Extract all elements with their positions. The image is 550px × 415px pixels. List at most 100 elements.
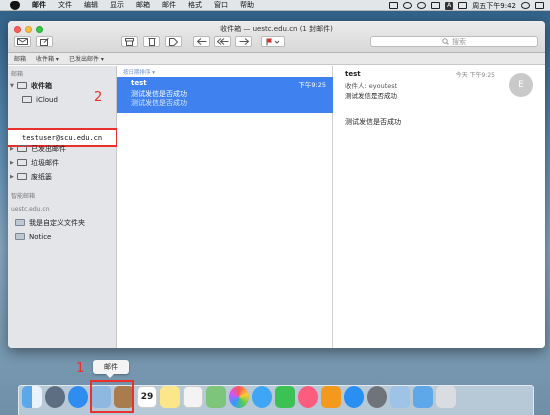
menu-help[interactable]: 帮助 <box>234 0 260 10</box>
disclosure-triangle-icon[interactable]: ▶ <box>10 174 15 180</box>
favbar-sent[interactable]: 已发出邮件 ▾ <box>69 54 104 63</box>
viewer-sender: test <box>345 70 361 78</box>
sidebar-item-label: 我是自定义文件夹 <box>29 218 85 227</box>
reminders-icon[interactable] <box>183 386 203 408</box>
favbar-mailboxes[interactable]: 邮箱 <box>14 54 26 63</box>
menu-app-mail[interactable]: 邮件 <box>26 0 52 10</box>
forward-icon <box>239 37 249 45</box>
sort-by-date-button[interactable]: 按日期排序 ▾ <box>123 68 155 76</box>
apple-menu-icon[interactable] <box>10 0 20 10</box>
highlighted-mail-dock-icon <box>90 380 134 413</box>
appstore-icon[interactable] <box>344 386 364 408</box>
mail-window: 收件箱 — uestc.edu.cn (1 封邮件) 搜索 邮箱 收件箱 ▾ 已… <box>8 21 545 348</box>
calendar-icon[interactable]: 29 <box>137 386 157 408</box>
safari-icon[interactable] <box>68 386 88 408</box>
message-viewer: test 今天 下午9:25 收件人: eyoutest 测试发信是否成功 E … <box>333 66 545 348</box>
inbox-icon <box>17 82 27 89</box>
volume-icon[interactable] <box>431 2 441 9</box>
get-mail-button[interactable] <box>14 36 31 47</box>
screen-mirror-icon[interactable] <box>389 2 399 9</box>
sidebar-item-label: 废纸篓 <box>31 172 52 181</box>
search-input[interactable]: 搜索 <box>370 36 538 47</box>
message-preview: 测试发信是否成功 <box>131 99 187 107</box>
trash-icon <box>17 173 27 180</box>
sidebar-item-junk[interactable]: ▶ 垃圾邮件 <box>8 157 117 168</box>
search-icon <box>442 38 449 45</box>
finder-icon[interactable] <box>22 386 42 408</box>
sidebar-item-label: Notice <box>29 232 52 241</box>
message-body: 测试发信是否成功 <box>345 118 401 126</box>
favorites-bar: 邮箱 收件箱 ▾ 已发出邮件 ▾ <box>8 53 545 65</box>
annotation-step-2: 2 <box>94 90 103 105</box>
delete-button[interactable] <box>143 36 160 47</box>
menu-edit[interactable]: 编辑 <box>78 0 104 10</box>
reply-all-icon <box>216 37 228 45</box>
status-area: A 周五下午9:42 <box>389 0 544 11</box>
avatar: E <box>509 73 533 97</box>
compose-button[interactable] <box>36 36 53 47</box>
folder-icon <box>15 233 25 240</box>
menu-message[interactable]: 邮件 <box>156 0 182 10</box>
favbar-inbox[interactable]: 收件箱 ▾ <box>36 54 59 63</box>
maps-icon[interactable] <box>206 386 226 408</box>
disclosure-triangle-icon[interactable]: ▼ <box>10 83 15 89</box>
reply-all-button[interactable] <box>214 36 231 47</box>
preferences-icon[interactable] <box>367 386 387 408</box>
viewer-subject: 测试发信是否成功 <box>345 92 397 100</box>
battery-icon[interactable] <box>458 2 468 9</box>
launchpad-icon[interactable] <box>45 386 65 408</box>
tooltip-arrow <box>106 374 114 378</box>
facetime-icon[interactable] <box>275 386 295 408</box>
window-title: 收件箱 — uestc.edu.cn (1 封邮件) <box>220 25 333 33</box>
preview-icon[interactable] <box>390 386 410 408</box>
notes-icon[interactable] <box>160 386 180 408</box>
sidebar-item-label: iCloud <box>36 95 58 104</box>
messages-icon[interactable] <box>252 386 272 408</box>
mailbox-sidebar: 邮箱 ▼ 收件箱 iCloud testuser@scu.edu.cn ▶ 已发… <box>8 66 118 348</box>
folder-icon <box>15 219 25 226</box>
message-list: 按日期排序 ▾ test 下午9:25 测试发信是否成功 测试发信是否成功 <box>117 66 333 348</box>
viewer-recipient: 收件人: eyoutest <box>345 82 398 90</box>
flag-button[interactable] <box>261 36 285 47</box>
menu-file[interactable]: 文件 <box>52 0 78 10</box>
trash-icon[interactable] <box>436 386 456 408</box>
flag-icon <box>266 38 280 45</box>
photos-icon[interactable] <box>229 386 249 408</box>
sidebar-item-custom-folder[interactable]: 我是自定义文件夹 <box>8 217 117 228</box>
downloads-icon[interactable] <box>413 386 433 408</box>
wifi-icon[interactable] <box>417 2 427 9</box>
menu-window[interactable]: 窗口 <box>208 0 234 10</box>
music-icon[interactable] <box>298 386 318 408</box>
disclosure-triangle-icon[interactable]: ▶ <box>10 160 15 166</box>
sidebar-item-sent[interactable]: ▶ 已发出邮件 <box>8 143 117 154</box>
junk-button[interactable] <box>165 36 182 47</box>
reply-button[interactable] <box>193 36 210 47</box>
compose-icon <box>40 37 49 46</box>
list-item[interactable]: test 下午9:25 测试发信是否成功 测试发信是否成功 <box>117 77 333 113</box>
viewer-time: 今天 下午9:25 <box>455 72 495 79</box>
envelope-icon <box>17 38 28 45</box>
archive-button[interactable] <box>121 36 138 47</box>
disclosure-triangle-icon[interactable]: ▶ <box>10 146 15 152</box>
menu-mailbox[interactable]: 邮箱 <box>130 0 156 10</box>
account-address: testuser@scu.edu.cn <box>22 134 103 142</box>
thumbs-down-icon <box>169 37 178 46</box>
time-machine-icon[interactable] <box>403 2 413 9</box>
sidebar-section-mailboxes: 邮箱 <box>11 71 24 78</box>
sidebar-item-label: 收件箱 <box>31 81 52 90</box>
menubar-clock[interactable]: 周五下午9:42 <box>472 1 516 11</box>
spotlight-search-icon[interactable] <box>521 2 530 9</box>
input-source-badge[interactable]: A <box>445 1 454 10</box>
menu-format[interactable]: 格式 <box>182 0 208 10</box>
sidebar-item-notice[interactable]: Notice <box>8 231 117 242</box>
notification-center-icon[interactable] <box>535 2 544 9</box>
junk-icon <box>17 159 27 166</box>
search-placeholder: 搜索 <box>452 37 466 46</box>
forward-button[interactable] <box>235 36 252 47</box>
ibooks-icon[interactable] <box>321 386 341 408</box>
menu-view[interactable]: 显示 <box>104 0 130 10</box>
sidebar-section-account: uestc.edu.cn <box>11 206 50 213</box>
inbox-icon <box>22 96 32 103</box>
sidebar-item-trash[interactable]: ▶ 废纸篓 <box>8 171 117 182</box>
title-bar: 收件箱 — uestc.edu.cn (1 封邮件) 搜索 <box>8 21 545 53</box>
